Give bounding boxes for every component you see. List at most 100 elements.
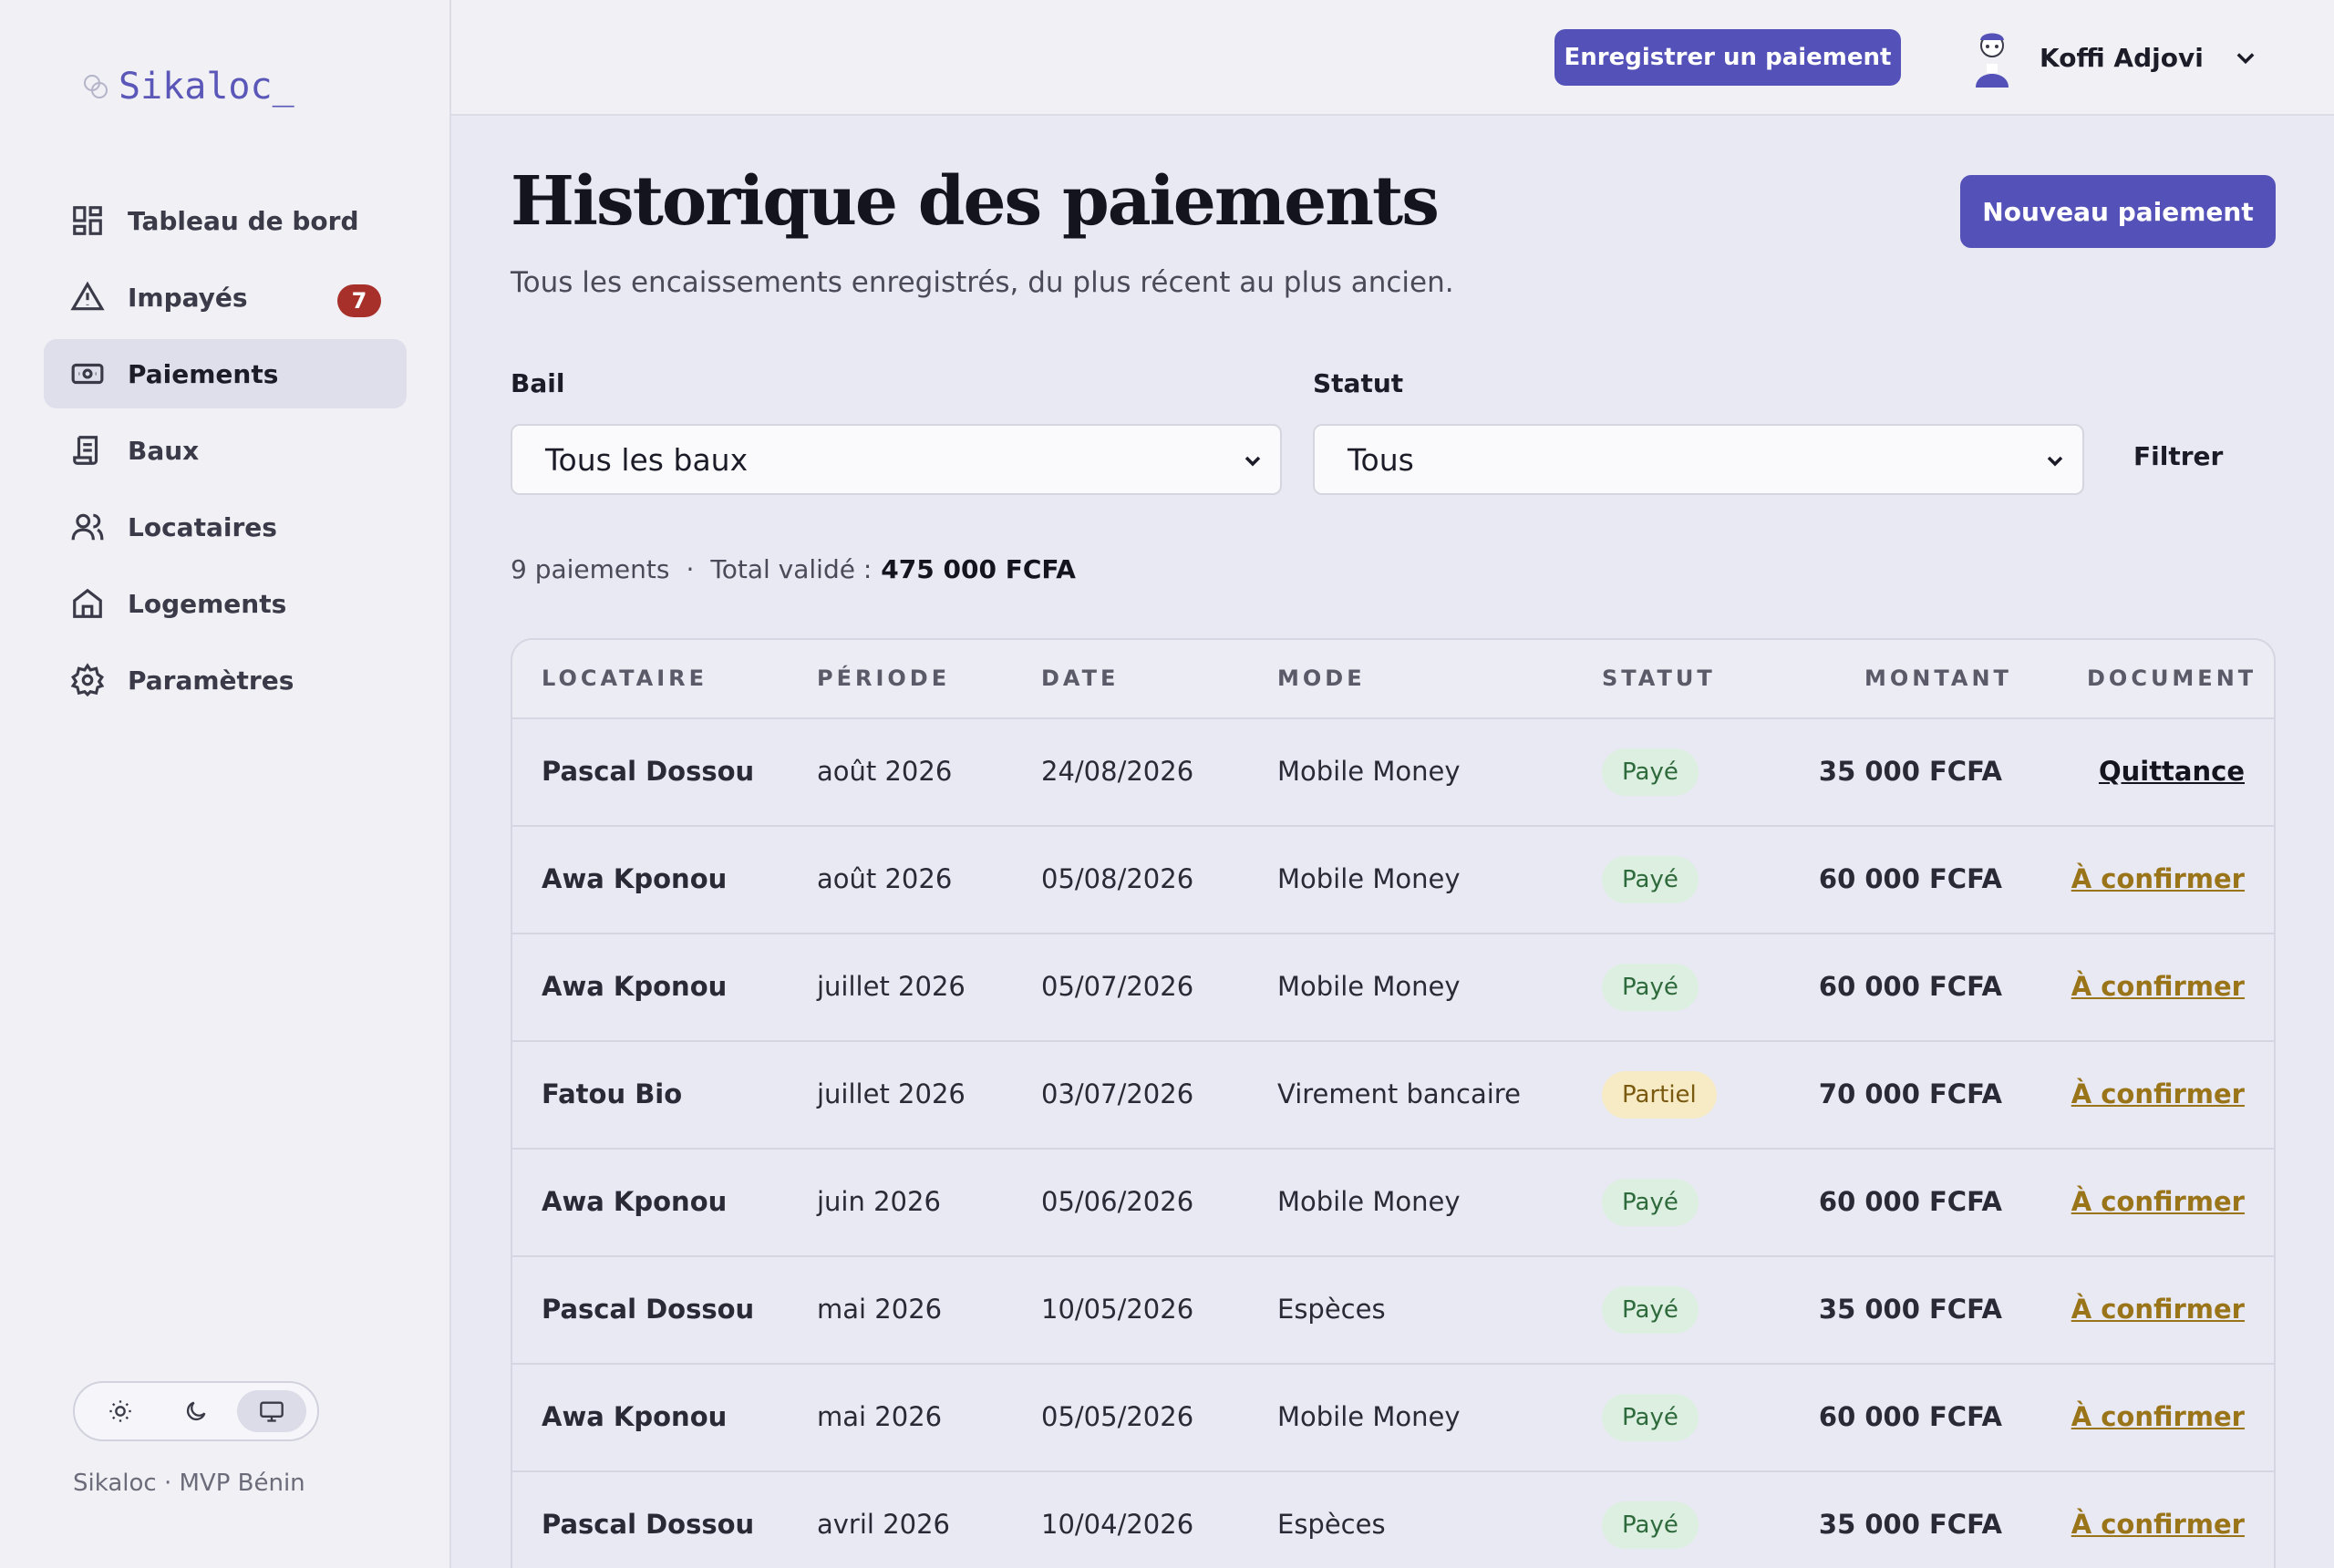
sidebar-nav: Tableau de bord Impayés 7 Paiements Baux: [44, 186, 407, 722]
table-row[interactable]: Awa Kponou juillet 2026 05/07/2026 Mobile M…: [512, 934, 2274, 1042]
sidebar-item-locataires[interactable]: Locataires: [44, 492, 407, 562]
payment-period: août 2026: [817, 863, 953, 894]
status-badge: Payé: [1602, 1394, 1699, 1441]
gear-icon: [69, 662, 106, 698]
chevron-down-icon: [1244, 456, 1261, 467]
table-body: Pascal Dossou août 2026 24/08/2026 Mobile M…: [512, 719, 2274, 1568]
payment-mode: Espèces: [1277, 1509, 1386, 1540]
sidebar-item-baux[interactable]: Baux: [44, 416, 407, 485]
document-link[interactable]: À confirmer: [2071, 863, 2245, 894]
statut-select[interactable]: Tous: [1313, 424, 2084, 495]
bail-select[interactable]: Tous les baux: [511, 424, 1282, 495]
table-row[interactable]: Awa Kponou juin 2026 05/06/2026 Mobile Mone…: [512, 1150, 2274, 1257]
warning-icon: [69, 279, 106, 315]
statut-filter-label: Statut: [1313, 368, 1404, 398]
avatar: [1976, 33, 2009, 88]
tenant-name: Fatou Bio: [542, 1078, 683, 1109]
payment-amount: 35 000 FCFA: [1818, 1509, 2002, 1540]
top-bar: Enregistrer un paiement Koffi Adjovi: [451, 0, 2334, 116]
sidebar-item-tableau-de-bord[interactable]: Tableau de bord: [44, 186, 407, 255]
new-payment-button[interactable]: Nouveau paiement: [1960, 175, 2276, 248]
sidebar-item-paiements[interactable]: Paiements: [44, 339, 407, 408]
status-badge: Payé: [1602, 1501, 1699, 1549]
column-header-statut[interactable]: STATUT: [1602, 665, 1716, 691]
payment-mode: Mobile Money: [1277, 971, 1461, 1002]
sun-icon: [108, 1400, 131, 1422]
record-payment-button[interactable]: Enregistrer un paiement: [1554, 29, 1901, 86]
bail-select-value: Tous les baux: [545, 441, 749, 478]
moon-icon: [186, 1401, 206, 1421]
column-header-document[interactable]: DOCUMENT: [2087, 665, 2257, 691]
theme-dark-button[interactable]: [161, 1390, 231, 1432]
status-badge: Payé: [1602, 1286, 1699, 1334]
theme-system-button[interactable]: [237, 1390, 307, 1432]
payment-period: juillet 2026: [817, 1078, 966, 1109]
tenant-name: Pascal Dossou: [542, 1294, 755, 1325]
user-menu[interactable]: Koffi Adjovi: [1965, 27, 2258, 88]
logo-icon: [84, 75, 108, 98]
payment-period: mai 2026: [817, 1401, 943, 1432]
sidebar-item-logements[interactable]: Logements: [44, 569, 407, 638]
sidebar-item-label: Locataires: [128, 511, 277, 542]
theme-switcher: [73, 1381, 319, 1441]
table-row[interactable]: Awa Kponou août 2026 05/08/2026 Mobile Mone…: [512, 827, 2274, 934]
sidebar-item-impayes[interactable]: Impayés 7: [44, 263, 407, 332]
total-value: 475 000 FCFA: [881, 554, 1076, 584]
column-header-locataire[interactable]: LOCATAIRE: [542, 665, 707, 691]
payment-date: 05/06/2026: [1041, 1186, 1194, 1217]
tenant-name: Awa Kponou: [542, 863, 728, 894]
payment-mode: Espèces: [1277, 1294, 1386, 1325]
table-row[interactable]: Pascal Dossou août 2026 24/08/2026 Mobile M…: [512, 719, 2274, 827]
payment-count: 9 paiements: [511, 554, 670, 584]
column-header-mode[interactable]: MODE: [1277, 665, 1366, 691]
document-link[interactable]: À confirmer: [2071, 1509, 2245, 1540]
tenant-name: Awa Kponou: [542, 1401, 728, 1432]
payment-amount: 70 000 FCFA: [1818, 1078, 2002, 1109]
table-row[interactable]: Fatou Bio juillet 2026 03/07/2026 Virement …: [512, 1042, 2274, 1150]
document-link[interactable]: À confirmer: [2071, 971, 2245, 1002]
bail-filter-label: Bail: [511, 368, 565, 398]
payment-mode: Mobile Money: [1277, 756, 1461, 787]
payment-mode: Mobile Money: [1277, 1186, 1461, 1217]
app-logo[interactable]: Sikaloc_: [80, 66, 294, 108]
payment-amount: 60 000 FCFA: [1818, 863, 2002, 894]
status-badge: Payé: [1602, 856, 1699, 903]
payment-period: juin 2026: [817, 1186, 941, 1217]
chevron-down-icon: [2236, 53, 2255, 65]
table-row[interactable]: Pascal Dossou avril 2026 10/04/2026 Espèces…: [512, 1472, 2274, 1568]
document-link[interactable]: À confirmer: [2071, 1401, 2245, 1432]
document-link[interactable]: Quittance: [2099, 756, 2245, 787]
payment-date: 24/08/2026: [1041, 756, 1194, 787]
page-subtitle: Tous les encaissements enregistrés, du p…: [511, 266, 1454, 299]
sidebar-item-parametres[interactable]: Paramètres: [44, 645, 407, 715]
payment-mode: Virement bancaire: [1277, 1078, 1521, 1109]
tenant-name: Awa Kponou: [542, 971, 728, 1002]
sidebar-item-label: Tableau de bord: [128, 205, 359, 236]
column-header-periode[interactable]: PÉRIODE: [817, 665, 950, 691]
payment-amount: 60 000 FCFA: [1818, 1401, 2002, 1432]
total-label: Total validé :: [710, 554, 873, 584]
sidebar-item-label: Paiements: [128, 358, 279, 389]
status-badge: Payé: [1602, 748, 1699, 796]
payment-date: 05/07/2026: [1041, 971, 1194, 1002]
table-row[interactable]: Awa Kponou mai 2026 05/05/2026 Mobile Money…: [512, 1365, 2274, 1472]
document-link[interactable]: À confirmer: [2071, 1294, 2245, 1325]
page-title: Historique des paiements: [511, 162, 1440, 241]
payments-summary: 9 paiements · Total validé : 475 000 FCF…: [511, 554, 1076, 584]
document-link[interactable]: À confirmer: [2071, 1078, 2245, 1109]
table-row[interactable]: Pascal Dossou mai 2026 10/05/2026 Espèces Pa…: [512, 1257, 2274, 1365]
dashboard-icon: [69, 202, 106, 239]
payment-date: 10/05/2026: [1041, 1294, 1194, 1325]
column-header-date[interactable]: DATE: [1041, 665, 1119, 691]
column-header-montant[interactable]: MONTANT: [1864, 665, 2012, 691]
monitor-icon: [260, 1401, 284, 1422]
filter-button[interactable]: Filtrer: [2133, 441, 2223, 471]
payment-period: août 2026: [817, 756, 953, 787]
theme-light-button[interactable]: [86, 1390, 155, 1432]
banknote-icon: [69, 356, 106, 392]
tenant-name: Awa Kponou: [542, 1186, 728, 1217]
unpaid-count-badge: 7: [337, 284, 381, 317]
payment-date: 05/08/2026: [1041, 863, 1194, 894]
document-link[interactable]: À confirmer: [2071, 1186, 2245, 1217]
payment-period: avril 2026: [817, 1509, 950, 1540]
